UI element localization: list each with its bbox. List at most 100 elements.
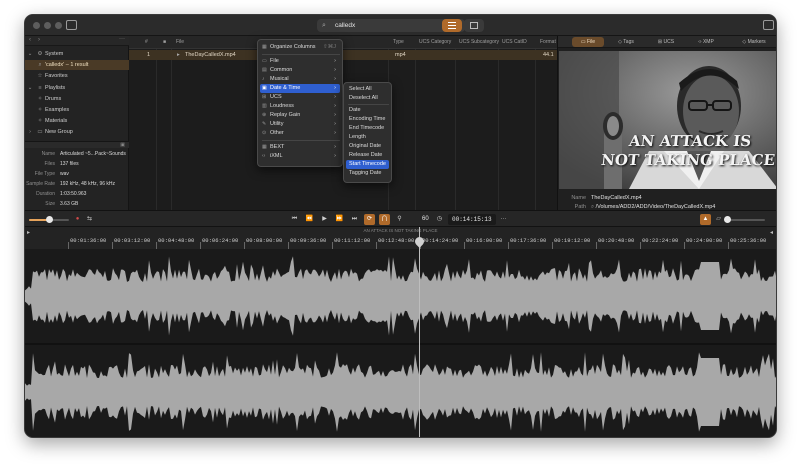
menu-item-replay-gain[interactable]: ⊕ Replay Gain › bbox=[260, 111, 340, 120]
video-preview[interactable]: AN ATTACK IS NOT TAKING PLACE bbox=[559, 51, 776, 189]
menu-item-ucs[interactable]: ⊞ UCS › bbox=[260, 93, 340, 102]
sidebar-header-system[interactable]: ⌄ ⚙ System bbox=[25, 49, 129, 59]
zoom-track[interactable] bbox=[725, 219, 765, 221]
record-icon[interactable]: ● bbox=[72, 214, 83, 225]
sidebar-item-examples[interactable]: ✧ Examples bbox=[25, 105, 129, 115]
menu-item-bext[interactable]: ▦ BEXT › bbox=[260, 143, 340, 152]
waveform-view[interactable] bbox=[25, 249, 776, 437]
zoom-window-button[interactable] bbox=[55, 22, 62, 29]
submenu-release-date[interactable]: Release Date bbox=[346, 151, 389, 160]
pin-icon[interactable]: ▣ bbox=[120, 142, 125, 148]
skip-to-start-icon[interactable]: ⏮ bbox=[289, 214, 300, 225]
column-type[interactable]: Type bbox=[393, 36, 404, 49]
list-view-button[interactable] bbox=[442, 19, 462, 32]
row-format: 44.1 bbox=[543, 52, 554, 58]
zoom-slider-knob[interactable] bbox=[724, 216, 731, 223]
loop-icon[interactable]: ⟳ bbox=[364, 214, 375, 225]
volume-slider-knob[interactable] bbox=[46, 216, 53, 223]
close-window-button[interactable] bbox=[33, 22, 40, 29]
search-query[interactable]: calledx bbox=[335, 22, 355, 29]
submenu-start-timecode[interactable]: Start Timecode bbox=[346, 160, 389, 169]
menu-item-common[interactable]: ▤ Common › bbox=[260, 66, 340, 75]
column-marker-icon[interactable]: ■ bbox=[163, 36, 166, 49]
tab-ucs[interactable]: ⊞ UCS bbox=[650, 37, 682, 47]
autoplay-icon[interactable]: ⋂ bbox=[379, 214, 390, 225]
sidebar-item-favorites[interactable]: ☆ Favorites bbox=[25, 71, 129, 81]
tab-markers[interactable]: ◇ Markers bbox=[734, 37, 774, 47]
submenu-deselect-all[interactable]: Deselect All bbox=[346, 94, 389, 103]
submenu-encoding-time[interactable]: Encoding Time bbox=[346, 115, 389, 124]
ruler-label: 00:24:00:00 bbox=[686, 237, 723, 244]
tab-file[interactable]: ▭ File bbox=[572, 37, 604, 47]
sidebar-item-search-result[interactable]: ⌕'calledx' – 1 result bbox=[25, 60, 129, 70]
fast-forward-icon[interactable]: ⏩ bbox=[334, 214, 345, 225]
row-file: TheDayCalledX.mp4 bbox=[185, 52, 236, 58]
menu-item-musical[interactable]: ♪ Musical › bbox=[260, 75, 340, 84]
play-icon[interactable]: ▸ bbox=[177, 50, 180, 60]
sidebar-toggle-icon[interactable] bbox=[66, 20, 77, 30]
column-ucs-catid[interactable]: UCS CatID bbox=[502, 36, 527, 49]
menu-header-organize-columns[interactable]: ▦ Organize Columns ⇧⌘J bbox=[260, 43, 340, 52]
tab-xmp[interactable]: ‹› XMP bbox=[690, 37, 722, 47]
menu-item-other[interactable]: ⊙ Other › bbox=[260, 129, 340, 138]
tab-tags[interactable]: ◇ Tags bbox=[610, 37, 642, 47]
sidebar-item-materials[interactable]: ✧ Materials bbox=[25, 116, 129, 126]
timeline-ruler[interactable]: AN ATTACK IS NOT TAKING PLACE ▸ ◂ 00:01:… bbox=[25, 227, 776, 249]
submenu-date[interactable]: Date bbox=[346, 106, 389, 115]
scroll-right-icon[interactable]: ◂ bbox=[770, 229, 773, 236]
timecode-display[interactable]: 00:14:15:13 bbox=[448, 214, 496, 225]
table-row[interactable]: 1 ▸ TheDayCalledX.mp4 mp4 44.1 bbox=[129, 50, 557, 60]
fps-readout[interactable]: 60 bbox=[422, 214, 429, 225]
transport-bar: ● ⇆ ⏮ ⏪ ▶ ⏩ ⏭ ⟳ ⋂ ⚲ 60 ◷ 00:14:15:13 ···… bbox=[25, 210, 776, 227]
play-button-icon[interactable]: ▶ bbox=[319, 214, 330, 225]
sidebar-header-playlists[interactable]: ⌄ ≡ Playlists bbox=[25, 83, 129, 93]
chevron-down-icon: ⌄ bbox=[27, 85, 33, 91]
submenu-length[interactable]: Length bbox=[346, 133, 389, 142]
column-number[interactable]: # bbox=[145, 36, 148, 49]
ruler-tick bbox=[200, 242, 201, 249]
sync-icon[interactable]: ⚲ bbox=[394, 214, 405, 225]
inspector-toggle-icon[interactable] bbox=[763, 20, 774, 30]
column-format[interactable]: Format bbox=[540, 36, 556, 49]
menu-item-loudness[interactable]: ▥ Loudness › bbox=[260, 102, 340, 111]
row-number: 1 bbox=[147, 52, 151, 58]
star-icon: ☆ bbox=[37, 73, 43, 79]
sidebar-header-new-group[interactable]: › ▭ New Group bbox=[25, 127, 129, 137]
info-sample-rate: Sample Rate 192 kHz, 48 kHz, 96 kHz bbox=[26, 181, 116, 187]
zoom-out-icon[interactable]: ▱ bbox=[713, 214, 724, 225]
column-ucs-subcategory[interactable]: UCS Subcategory bbox=[459, 36, 499, 49]
ruler-label: 00:25:36:00 bbox=[730, 237, 767, 244]
marker-tool-icon[interactable]: ▲ bbox=[700, 214, 711, 225]
waveform-channel bbox=[25, 352, 776, 432]
rewind-icon[interactable]: ⏪ bbox=[304, 214, 315, 225]
playhead[interactable] bbox=[419, 227, 420, 437]
skip-to-end-icon[interactable]: ⏭ bbox=[349, 214, 360, 225]
scroll-left-icon[interactable]: ▸ bbox=[27, 229, 30, 236]
music-note-icon: ♪ bbox=[262, 76, 265, 82]
clip-name-label: AN ATTACK IS NOT TAKING PLACE bbox=[363, 228, 438, 233]
sidebar-item-drums[interactable]: ✧ Drums bbox=[25, 94, 129, 104]
submenu-end-timecode[interactable]: End Timecode bbox=[346, 124, 389, 133]
ruler-tick bbox=[728, 242, 729, 249]
forward-icon[interactable]: › bbox=[38, 37, 40, 43]
submenu-original-date[interactable]: Original Date bbox=[346, 142, 389, 151]
back-icon[interactable]: ‹ bbox=[29, 37, 31, 43]
submenu-select-all[interactable]: Select All bbox=[346, 85, 389, 94]
title-bar: ⌕ calledx bbox=[25, 15, 776, 36]
clock-icon[interactable]: ◷ bbox=[434, 214, 445, 225]
menu-item-date-time[interactable]: ▣ Date & Time › bbox=[260, 84, 340, 93]
ruler-tick bbox=[640, 242, 641, 249]
menu-item-file[interactable]: ▭ File › bbox=[260, 57, 340, 66]
menu-item-utility[interactable]: ✎ Utility › bbox=[260, 120, 340, 129]
meta-name: Name TheDayCalledX.mp4 bbox=[571, 195, 642, 201]
ruler-tick bbox=[156, 242, 157, 249]
grid-view-button[interactable] bbox=[464, 19, 484, 32]
submenu-tagging-date[interactable]: Tagging Date bbox=[346, 169, 389, 178]
column-ucs-category[interactable]: UCS Category bbox=[419, 36, 451, 49]
menu-item-ixml[interactable]: ‹› iXML › bbox=[260, 152, 340, 161]
more-icon[interactable]: ··· bbox=[119, 36, 125, 42]
minimize-window-button[interactable] bbox=[44, 22, 51, 29]
column-file[interactable]: File bbox=[176, 36, 184, 49]
link-icon[interactable]: ⇆ bbox=[84, 214, 95, 225]
more-icon[interactable]: ··· bbox=[498, 214, 509, 225]
